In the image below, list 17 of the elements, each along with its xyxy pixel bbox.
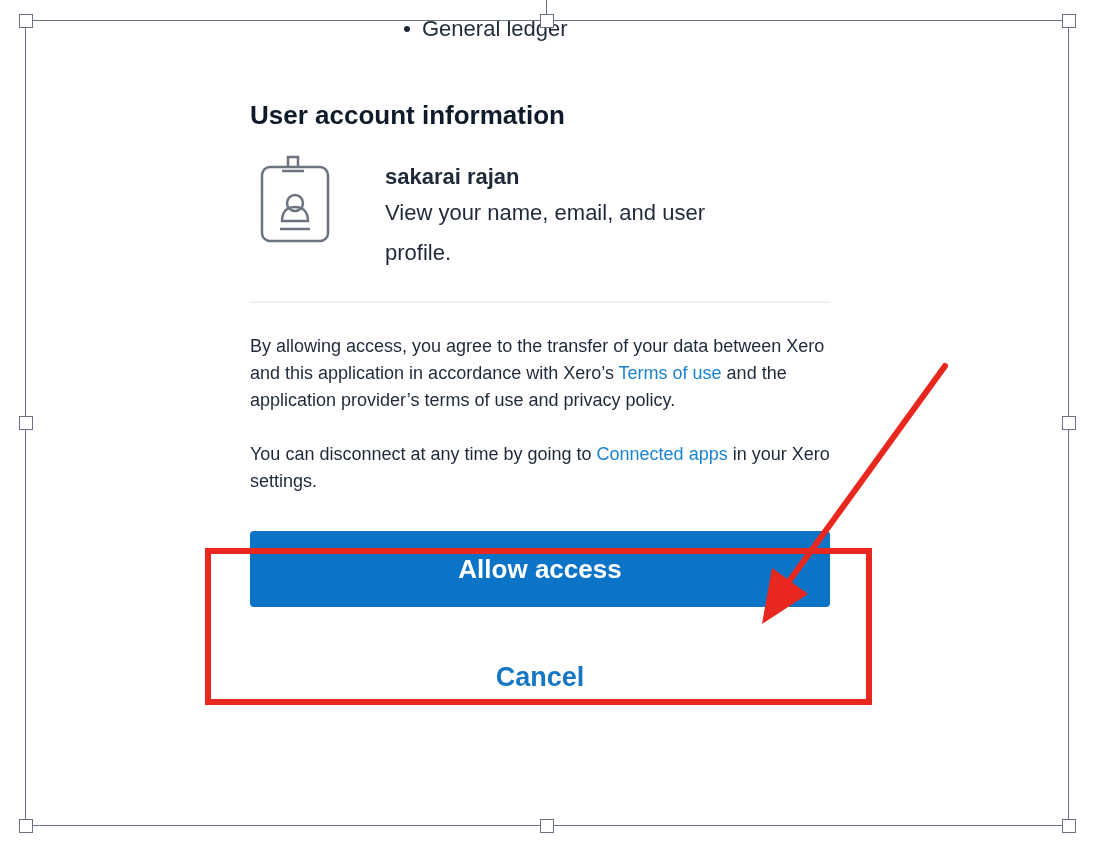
bullet-icon bbox=[404, 26, 410, 32]
resize-handle[interactable] bbox=[19, 14, 33, 28]
resize-handle[interactable] bbox=[1062, 819, 1076, 833]
section-heading: User account information bbox=[250, 99, 566, 131]
resize-handle[interactable] bbox=[19, 819, 33, 833]
resize-handle[interactable] bbox=[1062, 416, 1076, 430]
consent-paragraph: By allowing access, you agree to the transfer of your data between Xero and this application in accordance with Xero’s Terms of use and the application provider’s terms of use and privacy policy. bbox=[250, 335, 826, 412]
resize-handle[interactable] bbox=[19, 416, 33, 430]
consent-paragraph: You can disconnect at any time by going to Connected apps in your Xero settings. bbox=[250, 443, 830, 493]
resize-handle[interactable] bbox=[1062, 14, 1076, 28]
cancel-link[interactable]: Cancel bbox=[495, 657, 585, 698]
user-name: sakarai rajan bbox=[385, 163, 521, 191]
permission-description: View your name, email, and user profile. bbox=[385, 199, 706, 267]
resize-handle[interactable] bbox=[540, 819, 554, 833]
id-badge-icon bbox=[260, 155, 330, 243]
text-link[interactable]: Connected apps bbox=[596, 444, 728, 464]
text-link[interactable]: Terms of use bbox=[618, 363, 722, 383]
